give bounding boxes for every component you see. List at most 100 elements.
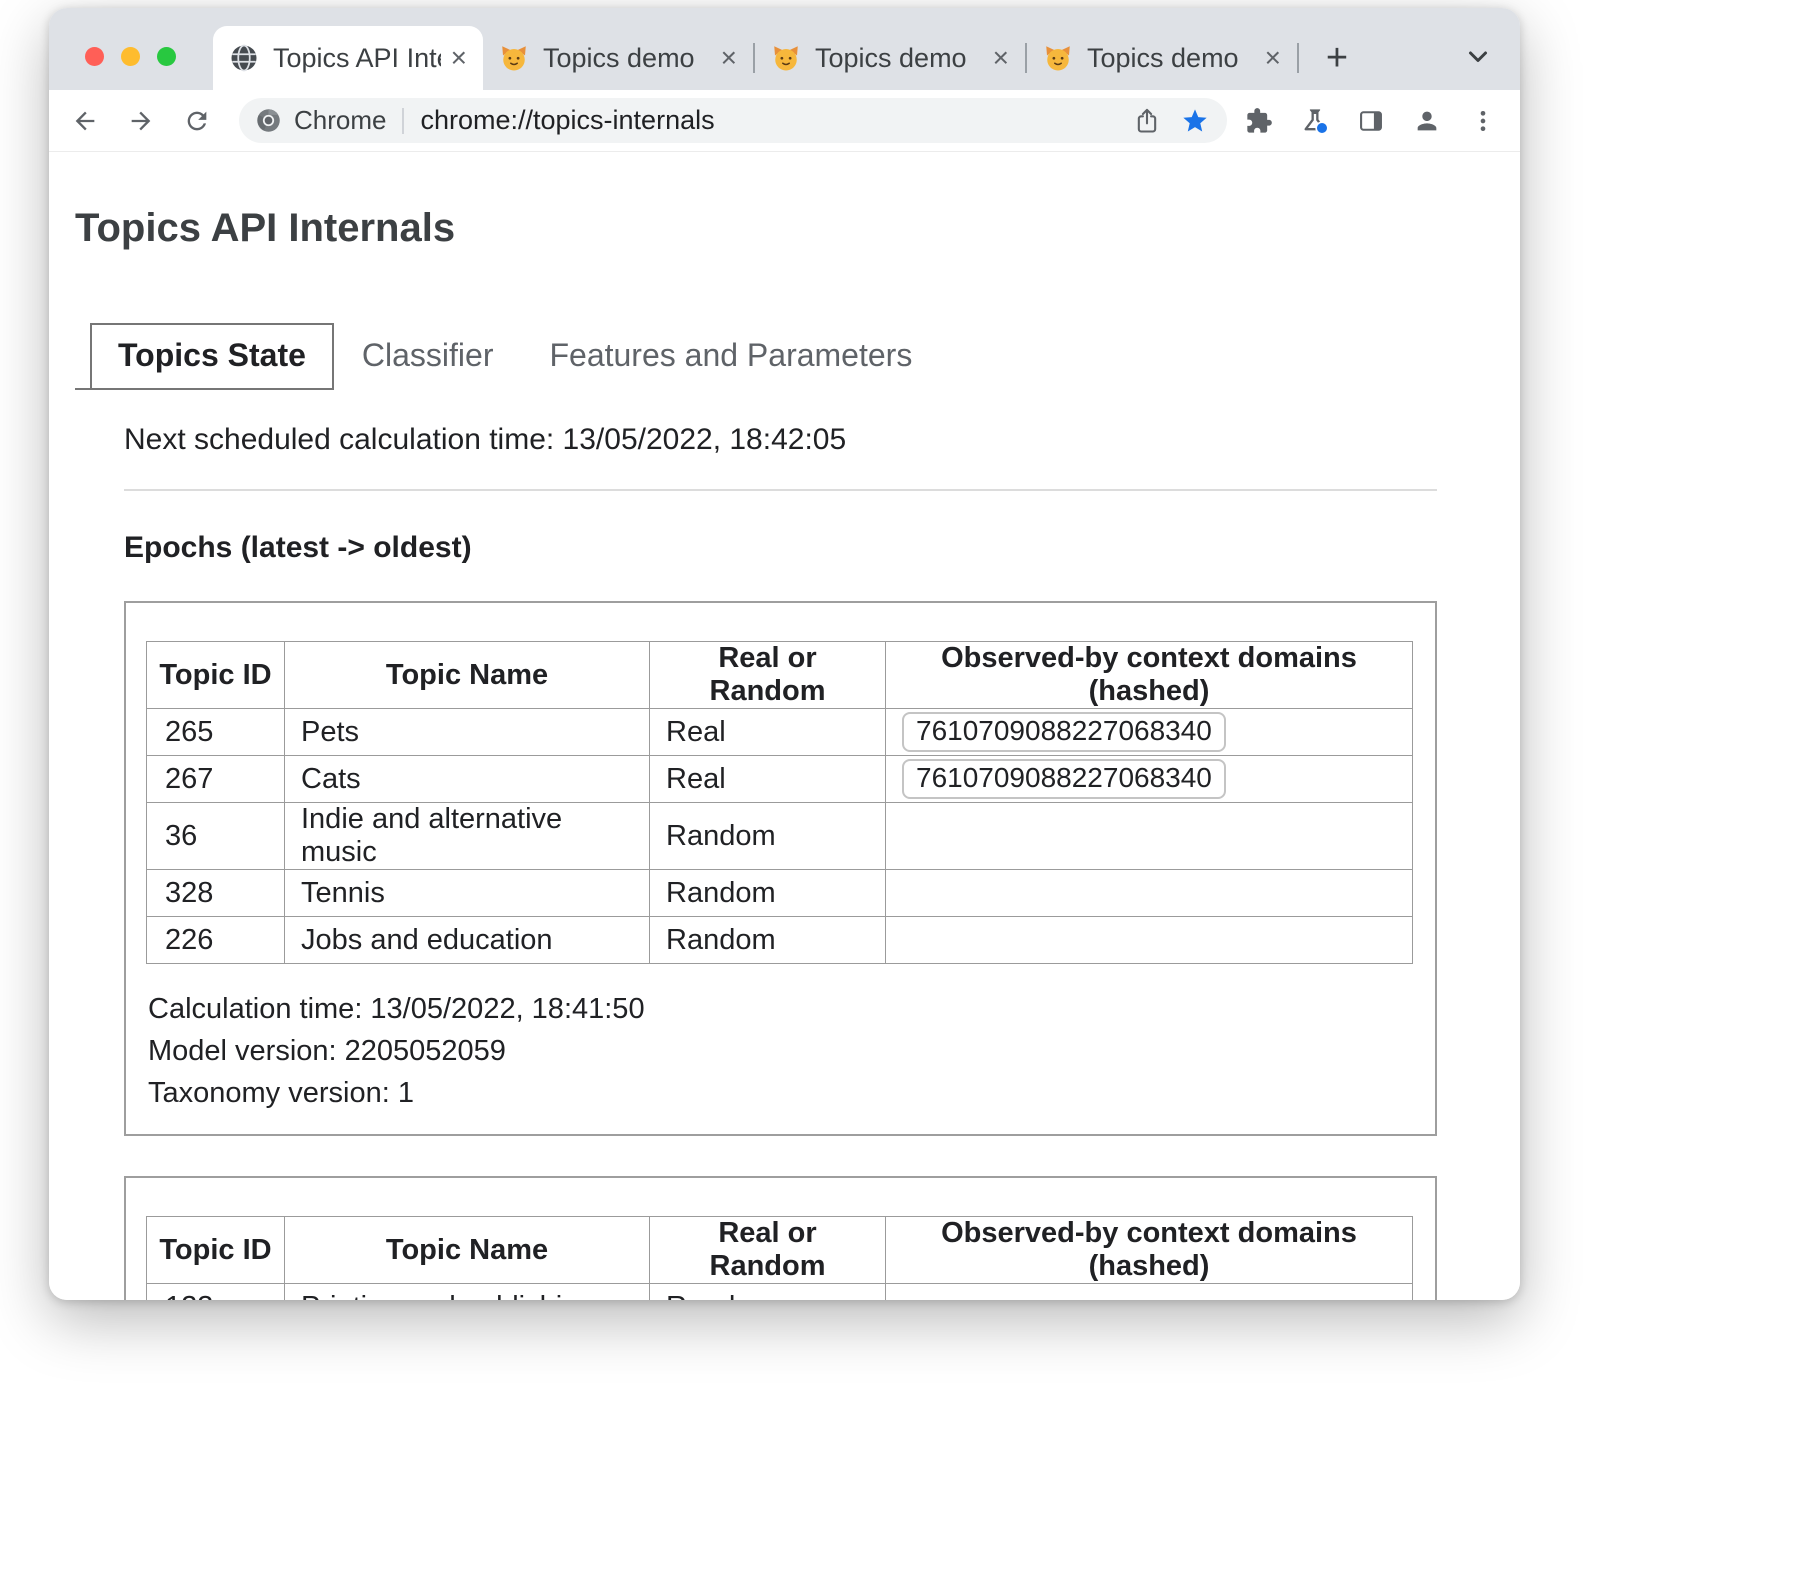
- real-or-random-cell: Real: [650, 709, 886, 756]
- table-row: 328 Tennis Random: [147, 870, 1413, 917]
- tab-features-and-parameters[interactable]: Features and Parameters: [521, 323, 940, 390]
- table-row: 267 Cats Real 7610709088227068340: [147, 756, 1413, 803]
- topic-id-cell: 267: [147, 756, 285, 803]
- browser-window: Topics API Internals × Topics demo ×: [49, 8, 1520, 1300]
- close-tab-icon[interactable]: ×: [717, 44, 741, 72]
- profile-avatar-icon[interactable]: [1407, 101, 1447, 141]
- cat-favicon-icon: [771, 43, 801, 73]
- topic-name-cell: Indie and alternative music: [285, 803, 650, 870]
- browser-tab-topics-demo-3[interactable]: Topics demo ×: [1027, 26, 1297, 90]
- topic-id-cell: 36: [147, 803, 285, 870]
- observed-domains-cell: 7610709088227068340: [886, 756, 1413, 803]
- table-row: 265 Pets Real 7610709088227068340: [147, 709, 1413, 756]
- model-version: Model version: 2205052059: [148, 1030, 1415, 1072]
- address-bar[interactable]: Chrome chrome://topics-internals: [239, 98, 1227, 143]
- real-or-random-cell: Random: [650, 1284, 886, 1301]
- col-topic-id: Topic ID: [147, 642, 285, 709]
- topic-id-cell: 265: [147, 709, 285, 756]
- tab-separator: [1297, 43, 1299, 73]
- col-real-or-random: Real or Random: [650, 642, 886, 709]
- divider: [124, 489, 1437, 491]
- page-tab-bar: Topics State Classifier Features and Par…: [90, 323, 1520, 390]
- browser-tabs: Topics API Internals × Topics demo ×: [213, 26, 1359, 90]
- page-content: Topics API Internals Topics State Classi…: [49, 152, 1520, 1300]
- topic-id-cell: 226: [147, 917, 285, 964]
- new-tab-button[interactable]: +: [1315, 36, 1359, 80]
- omnibox-divider: [402, 108, 404, 134]
- epoch-table: Topic ID Topic Name Real or Random Obser…: [146, 1216, 1413, 1300]
- browser-tab-topics-demo-2[interactable]: Topics demo ×: [755, 26, 1025, 90]
- col-topic-id: Topic ID: [147, 1217, 285, 1284]
- reload-button[interactable]: [175, 99, 219, 143]
- topic-name-cell: Tennis: [285, 870, 650, 917]
- topic-name-cell: Cats: [285, 756, 650, 803]
- page-title: Topics API Internals: [75, 206, 1520, 251]
- share-icon[interactable]: [1127, 101, 1167, 141]
- menu-dots-icon[interactable]: [1463, 101, 1503, 141]
- observed-domains-cell: [886, 1284, 1413, 1301]
- cat-favicon-icon: [499, 43, 529, 73]
- table-header-row: Topic ID Topic Name Real or Random Obser…: [147, 1217, 1413, 1284]
- table-row: 36 Indie and alternative music Random: [147, 803, 1413, 870]
- minimize-window-button[interactable]: [121, 47, 140, 66]
- tab-strip: Topics API Internals × Topics demo ×: [49, 8, 1520, 90]
- url-text: chrome://topics-internals: [420, 105, 714, 136]
- observed-domain-hash[interactable]: 7610709088227068340: [902, 759, 1226, 799]
- forward-button[interactable]: [119, 99, 163, 143]
- window-controls: [85, 47, 176, 66]
- epoch-meta: Calculation time: 13/05/2022, 18:41:50 M…: [148, 988, 1415, 1114]
- calculation-time: Calculation time: 13/05/2022, 18:41:50: [148, 988, 1415, 1030]
- browser-toolbar: Chrome chrome://topics-internals: [49, 90, 1520, 152]
- browser-tab-topics-internals[interactable]: Topics API Internals ×: [213, 26, 483, 90]
- cat-favicon-icon: [1043, 43, 1073, 73]
- col-topic-name: Topic Name: [285, 642, 650, 709]
- table-header-row: Topic ID Topic Name Real or Random Obser…: [147, 642, 1413, 709]
- topic-id-cell: 123: [147, 1284, 285, 1301]
- table-row: 226 Jobs and education Random: [147, 917, 1413, 964]
- epoch-card-2: Topic ID Topic Name Real or Random Obser…: [124, 1176, 1437, 1300]
- real-or-random-cell: Real: [650, 756, 886, 803]
- epoch-table: Topic ID Topic Name Real or Random Obser…: [146, 641, 1413, 964]
- col-observed-domains: Observed-by context domains (hashed): [886, 642, 1413, 709]
- close-tab-icon[interactable]: ×: [1261, 44, 1285, 72]
- epoch-card-1: Topic ID Topic Name Real or Random Obser…: [124, 601, 1437, 1136]
- topic-name-cell: Jobs and education: [285, 917, 650, 964]
- close-tab-icon[interactable]: ×: [447, 44, 471, 72]
- next-calculation-time: Next scheduled calculation time: 13/05/2…: [124, 423, 1520, 457]
- topic-name-cell: Pets: [285, 709, 650, 756]
- tab-title: Topics demo: [1087, 43, 1255, 74]
- col-real-or-random: Real or Random: [650, 1217, 886, 1284]
- chrome-logo-icon: [255, 107, 282, 134]
- globe-favicon-icon: [229, 43, 259, 73]
- close-window-button[interactable]: [85, 47, 104, 66]
- table-row: 123 Printing and publishing Random: [147, 1284, 1413, 1301]
- tab-topics-state[interactable]: Topics State: [90, 323, 334, 390]
- observed-domains-cell: [886, 917, 1413, 964]
- real-or-random-cell: Random: [650, 803, 886, 870]
- observed-domain-hash[interactable]: 7610709088227068340: [902, 712, 1226, 752]
- tab-classifier[interactable]: Classifier: [334, 323, 522, 390]
- side-panel-icon[interactable]: [1351, 101, 1391, 141]
- tab-title: Topics demo: [815, 43, 983, 74]
- col-observed-domains: Observed-by context domains (hashed): [886, 1217, 1413, 1284]
- tab-title: Topics API Internals: [273, 43, 441, 74]
- browser-tab-topics-demo-1[interactable]: Topics demo ×: [483, 26, 753, 90]
- topic-name-cell: Printing and publishing: [285, 1284, 650, 1301]
- toolbar-actions: [1239, 101, 1503, 141]
- observed-domains-cell: [886, 803, 1413, 870]
- extensions-puzzle-icon[interactable]: [1239, 101, 1279, 141]
- real-or-random-cell: Random: [650, 917, 886, 964]
- fullscreen-window-button[interactable]: [157, 47, 176, 66]
- epochs-heading: Epochs (latest -> oldest): [124, 531, 1520, 565]
- back-button[interactable]: [63, 99, 107, 143]
- close-tab-icon[interactable]: ×: [989, 44, 1013, 72]
- real-or-random-cell: Random: [650, 870, 886, 917]
- tab-search-chevron-icon[interactable]: [1460, 38, 1496, 74]
- observed-domains-cell: [886, 870, 1413, 917]
- bookmark-star-icon[interactable]: [1175, 101, 1215, 141]
- taxonomy-version: Taxonomy version: 1: [148, 1072, 1415, 1114]
- experiments-flask-icon[interactable]: [1295, 101, 1335, 141]
- observed-domains-cell: 7610709088227068340: [886, 709, 1413, 756]
- tab-title: Topics demo: [543, 43, 711, 74]
- topic-id-cell: 328: [147, 870, 285, 917]
